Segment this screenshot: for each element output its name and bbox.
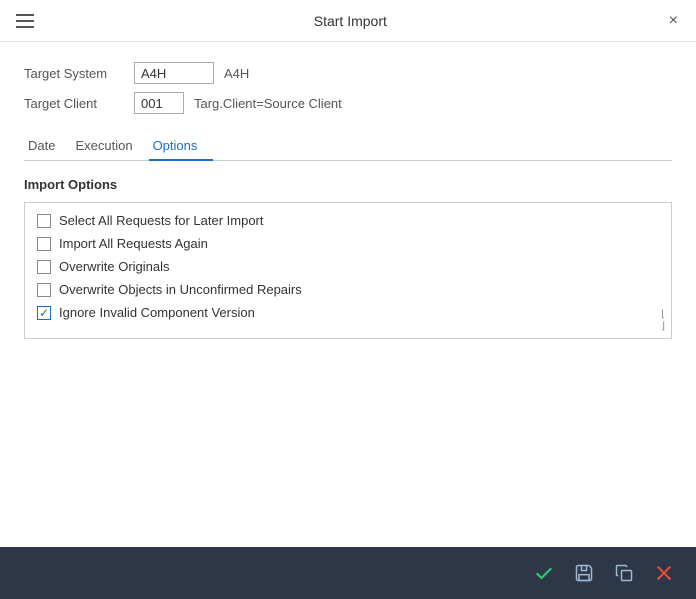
- confirm-button[interactable]: [528, 557, 560, 589]
- option-row-3: Overwrite Originals: [37, 259, 659, 274]
- cancel-button[interactable]: [648, 557, 680, 589]
- option-label-1: Select All Requests for Later Import: [59, 213, 263, 228]
- footer-bar: [0, 547, 696, 599]
- option-label-5: Ignore Invalid Component Version: [59, 305, 255, 320]
- corner-mark-top: ⌊: [661, 310, 665, 320]
- menu-icon[interactable]: [12, 10, 38, 32]
- option-row-5: ✓ Ignore Invalid Component Version: [37, 305, 659, 320]
- option-label-2: Import All Requests Again: [59, 236, 208, 251]
- tab-execution[interactable]: Execution: [71, 132, 148, 161]
- target-system-label: Target System: [24, 66, 134, 81]
- option-row-4: Overwrite Objects in Unconfirmed Repairs: [37, 282, 659, 297]
- checkbox-ignore-invalid[interactable]: ✓: [37, 306, 51, 320]
- target-client-input[interactable]: [134, 92, 184, 114]
- option-label-3: Overwrite Originals: [59, 259, 170, 274]
- tab-options[interactable]: Options: [149, 132, 214, 161]
- options-box: Select All Requests for Later Import Imp…: [24, 202, 672, 339]
- save-button[interactable]: [568, 557, 600, 589]
- tab-bar: Date Execution Options: [24, 132, 672, 161]
- close-button[interactable]: ×: [663, 9, 684, 33]
- tab-date[interactable]: Date: [24, 132, 71, 161]
- checkbox-select-all[interactable]: [37, 214, 51, 228]
- copy-button[interactable]: [608, 557, 640, 589]
- checkbox-import-all[interactable]: [37, 237, 51, 251]
- target-client-label: Target Client: [24, 96, 134, 111]
- dialog-title: Start Import: [314, 13, 387, 29]
- corner-marks: ⌊ ⌋: [661, 310, 665, 332]
- checkbox-overwrite-objects[interactable]: [37, 283, 51, 297]
- checkbox-overwrite-originals[interactable]: [37, 260, 51, 274]
- target-system-row: Target System A4H: [24, 62, 672, 84]
- checkmark-icon: ✓: [39, 307, 49, 319]
- target-system-note: A4H: [224, 66, 249, 81]
- title-bar: Start Import ×: [0, 0, 696, 42]
- option-row-1: Select All Requests for Later Import: [37, 213, 659, 228]
- target-client-row: Target Client Targ.Client=Source Client: [24, 92, 672, 114]
- target-client-note: Targ.Client=Source Client: [194, 96, 342, 111]
- corner-mark-bottom: ⌋: [661, 322, 665, 332]
- option-row-2: Import All Requests Again: [37, 236, 659, 251]
- target-system-input[interactable]: [134, 62, 214, 84]
- content-area: Target System A4H Target Client Targ.Cli…: [0, 42, 696, 547]
- import-options-title: Import Options: [24, 177, 672, 192]
- option-label-4: Overwrite Objects in Unconfirmed Repairs: [59, 282, 302, 297]
